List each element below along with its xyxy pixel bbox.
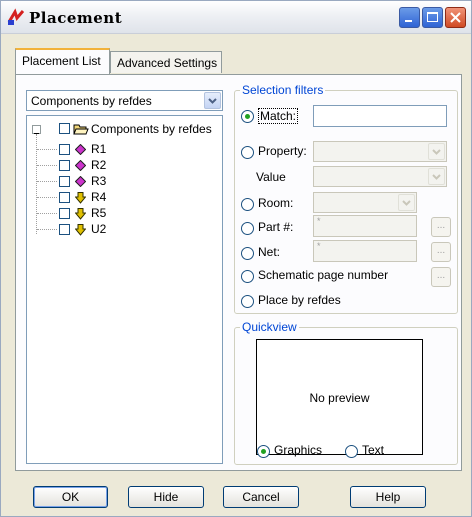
root-checkbox[interactable] xyxy=(59,123,70,134)
net-radio[interactable] xyxy=(241,247,254,260)
item-checkbox[interactable] xyxy=(59,144,70,155)
match-label: Match: xyxy=(258,108,299,124)
value-label: Value xyxy=(256,170,286,184)
item-checkbox[interactable] xyxy=(59,192,70,203)
tree-item-label: U2 xyxy=(91,222,107,236)
tree-connector xyxy=(37,149,57,150)
ok-button[interactable]: OK xyxy=(33,486,108,508)
selection-filters-title: Selection filters xyxy=(240,83,326,97)
component-tree[interactable]: Components by refdes R1 R2 R3 R4 R5 U2 xyxy=(26,115,223,464)
chevron-down-icon xyxy=(398,194,415,211)
window-title: Placement xyxy=(29,9,123,27)
text-label: Text xyxy=(362,443,385,457)
down-arrow-icon xyxy=(74,192,87,207)
place-by-refdes-radio[interactable] xyxy=(241,295,254,308)
hide-button[interactable]: Hide xyxy=(128,486,204,508)
folder-open-icon xyxy=(73,122,89,139)
tree-connector xyxy=(37,229,57,230)
chevron-down-icon xyxy=(428,143,445,160)
tree-item-label: R4 xyxy=(91,190,107,204)
chevron-down-icon xyxy=(428,168,445,185)
list-filter-select[interactable]: Components by refdes xyxy=(26,90,223,111)
schematic-page-radio[interactable] xyxy=(241,270,254,283)
part-browse-button[interactable]: ... xyxy=(431,217,451,237)
place-by-refdes-label: Place by refdes xyxy=(258,293,341,307)
tree-item-label: R3 xyxy=(91,174,107,188)
down-arrow-icon xyxy=(74,224,87,239)
quickview-title: Quickview xyxy=(240,320,299,334)
schematic-page-label: Schematic page number xyxy=(258,268,389,282)
match-input[interactable] xyxy=(313,105,447,127)
graphics-radio[interactable] xyxy=(257,445,270,458)
tab-advanced-settings[interactable]: Advanced Settings xyxy=(110,51,222,73)
tree-item-label: R1 xyxy=(91,142,107,156)
collapse-icon[interactable] xyxy=(32,125,41,134)
item-checkbox[interactable] xyxy=(59,160,70,171)
placement-window: Placement Placement List Advanced Settin… xyxy=(0,0,472,517)
tree-item-label: R5 xyxy=(91,206,107,220)
part-label: Part #: xyxy=(258,220,294,234)
resistor-diamond-icon xyxy=(74,175,87,190)
item-checkbox[interactable] xyxy=(59,208,70,219)
title-bar[interactable]: Placement xyxy=(1,1,471,34)
help-button[interactable]: Help xyxy=(350,486,426,508)
tree-connector xyxy=(37,165,57,166)
tree-connector xyxy=(37,197,57,198)
item-checkbox[interactable] xyxy=(59,176,70,187)
tree-connector xyxy=(37,213,57,214)
down-arrow-icon xyxy=(74,208,87,223)
net-input[interactable]: * xyxy=(313,240,417,262)
room-label: Room: xyxy=(258,196,294,210)
cancel-button[interactable]: Cancel xyxy=(223,486,299,508)
property-label: Property: xyxy=(258,144,307,158)
placement-app-icon xyxy=(7,8,25,26)
preview-area: No preview xyxy=(256,339,423,455)
tree-root-label: Components by refdes xyxy=(91,122,212,136)
maximize-button[interactable] xyxy=(422,7,443,28)
chevron-down-icon[interactable] xyxy=(204,92,221,109)
room-radio[interactable] xyxy=(241,198,254,211)
property-radio[interactable] xyxy=(241,146,254,159)
graphics-label: Graphics xyxy=(274,443,323,457)
resistor-diamond-icon xyxy=(74,159,87,174)
schematic-browse-button[interactable]: ... xyxy=(431,267,451,287)
net-browse-button[interactable]: ... xyxy=(431,242,451,262)
property-select[interactable] xyxy=(313,141,447,162)
tree-item-label: R2 xyxy=(91,158,107,172)
text-radio[interactable] xyxy=(345,445,358,458)
match-radio[interactable] xyxy=(241,110,254,123)
net-label: Net: xyxy=(258,245,281,259)
value-select[interactable] xyxy=(313,166,447,187)
tree-connector xyxy=(37,181,57,182)
item-checkbox[interactable] xyxy=(59,224,70,235)
part-radio[interactable] xyxy=(241,222,254,235)
minimize-button[interactable] xyxy=(399,7,420,28)
close-button[interactable] xyxy=(445,7,466,28)
tab-placement-list[interactable]: Placement List xyxy=(15,48,110,74)
list-filter-value: Components by refdes xyxy=(31,94,152,108)
part-input[interactable]: * xyxy=(313,215,417,237)
resistor-diamond-icon xyxy=(74,143,87,158)
preview-text: No preview xyxy=(309,391,370,405)
room-select[interactable] xyxy=(313,192,417,213)
